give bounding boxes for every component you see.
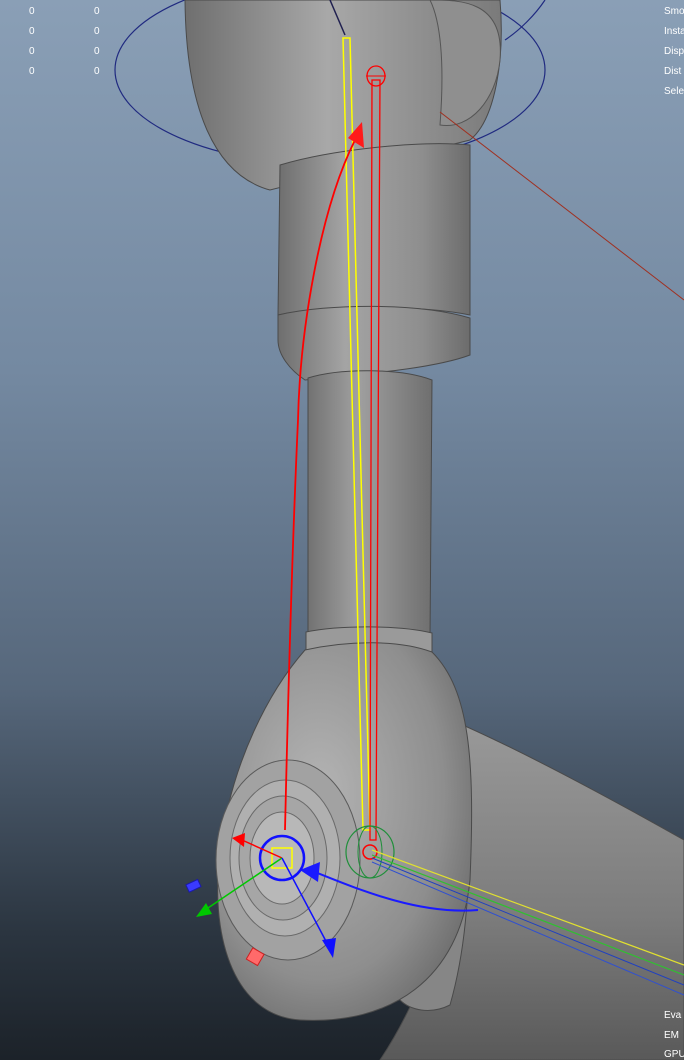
plane-handle-blue[interactable] <box>185 878 202 893</box>
hud-value: 0 <box>94 66 100 77</box>
viewport-scene[interactable] <box>0 0 684 1060</box>
hud-label-display: Disp <box>664 46 684 57</box>
hud-label-instances: Insta <box>664 26 684 37</box>
hud-value: 0 <box>29 26 35 37</box>
hud-label-gpu: GPU <box>664 1049 684 1060</box>
hud-value: 0 <box>94 6 100 17</box>
upper-arm-sleeve-mesh[interactable] <box>277 143 471 316</box>
hud-value: 0 <box>29 46 35 57</box>
move-y-arrow-head[interactable] <box>196 903 212 917</box>
reference-line <box>439 111 684 301</box>
hud-value: 0 <box>29 6 35 17</box>
hud-label-smooth: Smo <box>664 6 684 17</box>
hud-label-evaluation: Eva <box>664 1010 682 1021</box>
hud-value: 0 <box>94 26 100 37</box>
hud-value: 0 <box>94 46 100 57</box>
hud-label-selection: Sele <box>664 86 684 97</box>
hud-label-distance: Dist <box>664 66 682 77</box>
rotate-ring-arc[interactable] <box>504 0 546 41</box>
3d-viewport[interactable]: 0 0 0 0 0 0 0 0 Smo Insta Disp Dist Sele… <box>0 0 684 1060</box>
hud-value: 0 <box>29 66 35 77</box>
hud-label-em: EM <box>664 1030 679 1041</box>
